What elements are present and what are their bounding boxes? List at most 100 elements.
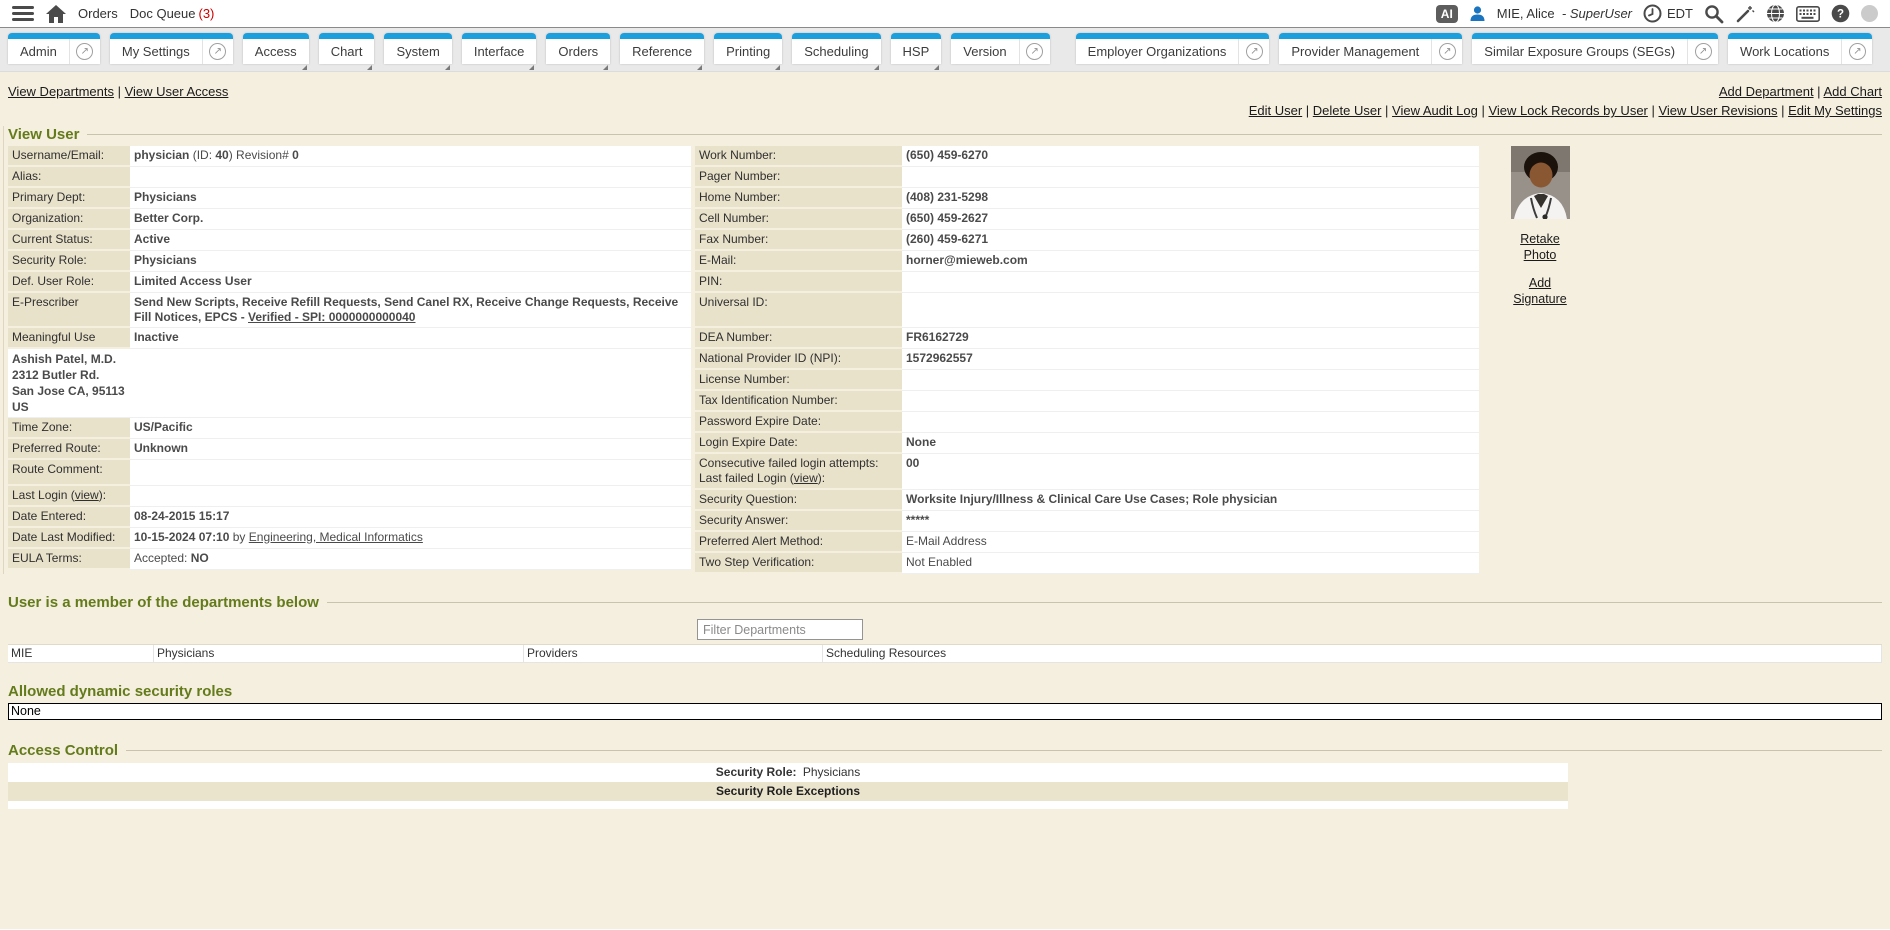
field-row: DEA Number:FR6162729 <box>695 327 1479 348</box>
link-edit-my-settings[interactable]: Edit My Settings <box>1788 103 1882 118</box>
field-row: Security Role:Physicians <box>8 250 691 271</box>
field-row: Consecutive failed login attempts:Last f… <box>695 453 1479 489</box>
text-segment: by <box>229 530 248 544</box>
field-row: Alias: <box>8 166 691 187</box>
text-segment: horner@mieweb.com <box>906 253 1028 267</box>
top-bar-right: AI MIE, Alice - SuperUser EDT ? <box>1436 4 1878 24</box>
tab-system[interactable]: System <box>384 33 451 64</box>
tab-chart[interactable]: Chart <box>319 33 375 64</box>
link-view[interactable]: view <box>75 488 99 502</box>
dropdown-fold-icon <box>367 65 372 70</box>
link-view-user-access[interactable]: View User Access <box>125 84 229 99</box>
filter-departments-input[interactable] <box>697 619 863 640</box>
external-link-icon[interactable]: ↗ <box>69 39 100 64</box>
search-icon[interactable] <box>1704 4 1724 24</box>
external-link-icon[interactable]: ↗ <box>1687 39 1718 64</box>
field-row: Organization:Better Corp. <box>8 208 691 229</box>
text-segment: Preferred Alert Method: <box>699 534 823 548</box>
link-add-chart[interactable]: Add Chart <box>1823 84 1882 99</box>
link-view-departments[interactable]: View Departments <box>8 84 114 99</box>
field-value: horner@mieweb.com <box>902 250 1479 271</box>
breadcrumb-doc-queue[interactable]: Doc Queue(3) <box>130 6 215 21</box>
tab-similar-exposure-groups-segs[interactable]: Similar Exposure Groups (SEGs)↗ <box>1472 33 1718 64</box>
keyboard-icon[interactable] <box>1796 6 1820 22</box>
field-value: 00 <box>902 453 1479 489</box>
link-engineering-medical-informatics[interactable]: Engineering, Medical Informatics <box>249 530 423 544</box>
retake-photo-link[interactable]: Retake Photo <box>1508 231 1572 263</box>
tab-scheduling[interactable]: Scheduling <box>792 33 880 64</box>
external-link-icon[interactable]: ↗ <box>1019 39 1050 64</box>
tab-printing[interactable]: Printing <box>714 33 782 64</box>
text-segment: Last Login ( <box>12 488 75 502</box>
ai-badge[interactable]: AI <box>1436 5 1458 23</box>
text-segment: Security Answer: <box>699 513 788 527</box>
link-view-lock-records-by-user[interactable]: View Lock Records by User <box>1488 103 1647 118</box>
link-add-department[interactable]: Add Department <box>1719 84 1814 99</box>
field-value: E-Mail Address <box>902 531 1479 552</box>
tab-version[interactable]: Version↗ <box>951 33 1049 64</box>
breadcrumb-orders[interactable]: Orders <box>78 6 118 21</box>
status-indicator-circle[interactable] <box>1861 5 1878 22</box>
field-label: Two Step Verification: <box>695 552 902 573</box>
field-label: National Provider ID (NPI): <box>695 348 902 369</box>
field-label: Login Expire Date: <box>695 432 902 453</box>
tab-interface[interactable]: Interface <box>462 33 537 64</box>
tab-my-settings[interactable]: My Settings↗ <box>110 33 233 64</box>
field-value: physician (ID: 40) Revision# 0 <box>130 146 691 166</box>
field-row: Work Number:(650) 459-6270 <box>695 146 1479 166</box>
text-segment: EULA Terms: <box>12 551 82 565</box>
top-links-row: View Departments | View User Access Add … <box>8 84 1882 99</box>
view-user-heading: View User <box>8 126 1882 143</box>
link-delete-user[interactable]: Delete User <box>1313 103 1382 118</box>
text-segment: National Provider ID (NPI): <box>699 351 841 365</box>
help-icon[interactable]: ? <box>1831 4 1850 23</box>
view-user-body: Username/Email:physician (ID: 40) Revisi… <box>8 146 1882 574</box>
svg-text:?: ? <box>1837 9 1844 21</box>
tab-work-locations[interactable]: Work Locations↗ <box>1728 33 1872 64</box>
external-link-icon[interactable]: ↗ <box>1238 39 1269 64</box>
text-segment: ): <box>99 488 106 502</box>
home-icon[interactable] <box>46 5 66 23</box>
text-segment: (ID: <box>189 148 215 162</box>
field-row: Primary Dept:Physicians <box>8 187 691 208</box>
field-value: Send New Scripts, Receive Refill Request… <box>130 292 691 327</box>
field-value <box>902 411 1479 432</box>
field-label: Work Number: <box>695 146 902 166</box>
magic-wand-icon[interactable] <box>1735 4 1755 24</box>
field-label: Alias: <box>8 166 130 187</box>
hamburger-menu-icon[interactable] <box>12 6 34 21</box>
link-view-audit-log[interactable]: View Audit Log <box>1392 103 1478 118</box>
user-role: - SuperUser <box>1562 6 1632 21</box>
tab-reference[interactable]: Reference <box>620 33 704 64</box>
text-segment: Worksite Injury/Illness & Clinical Care … <box>906 492 1277 506</box>
tab-provider-management[interactable]: Provider Management↗ <box>1279 33 1462 64</box>
add-signature-link[interactable]: Add Signature <box>1508 275 1572 307</box>
clock-icon[interactable] <box>1643 4 1662 23</box>
section-title: Allowed dynamic security roles <box>8 683 232 700</box>
text-segment: (260) 459-6271 <box>906 232 988 246</box>
tab-access[interactable]: Access <box>243 33 309 64</box>
external-link-icon[interactable]: ↗ <box>1431 39 1462 64</box>
field-value: None <box>902 432 1479 453</box>
globe-icon[interactable] <box>1766 4 1785 23</box>
link-verified-spi-0000000000040[interactable]: Verified - SPI: 0000000000040 <box>248 310 415 324</box>
field-value: Physicians <box>130 187 691 208</box>
field-value <box>902 292 1479 327</box>
security-role-value: Physicians <box>803 765 860 779</box>
top-links-left: View Departments | View User Access <box>8 84 228 99</box>
tab-hsp[interactable]: HSP <box>891 33 942 64</box>
field-value: US/Pacific <box>130 418 691 439</box>
link-view-user-revisions[interactable]: View User Revisions <box>1658 103 1777 118</box>
link-edit-user[interactable]: Edit User <box>1249 103 1302 118</box>
text-segment: Route Comment: <box>12 462 103 476</box>
tab-employer-organizations[interactable]: Employer Organizations↗ <box>1076 33 1270 64</box>
field-row: Login Expire Date:None <box>695 432 1479 453</box>
text-segment: ): <box>818 471 825 485</box>
tab-admin[interactable]: Admin↗ <box>8 33 100 64</box>
user-menu[interactable]: MIE, Alice - SuperUser <box>1497 6 1632 21</box>
tab-orders[interactable]: Orders <box>546 33 610 64</box>
field-row: Date Last Modified:10-15-2024 07:10 by E… <box>8 527 691 548</box>
external-link-icon[interactable]: ↗ <box>202 39 233 64</box>
link-view[interactable]: view <box>794 471 818 485</box>
external-link-icon[interactable]: ↗ <box>1841 39 1872 64</box>
